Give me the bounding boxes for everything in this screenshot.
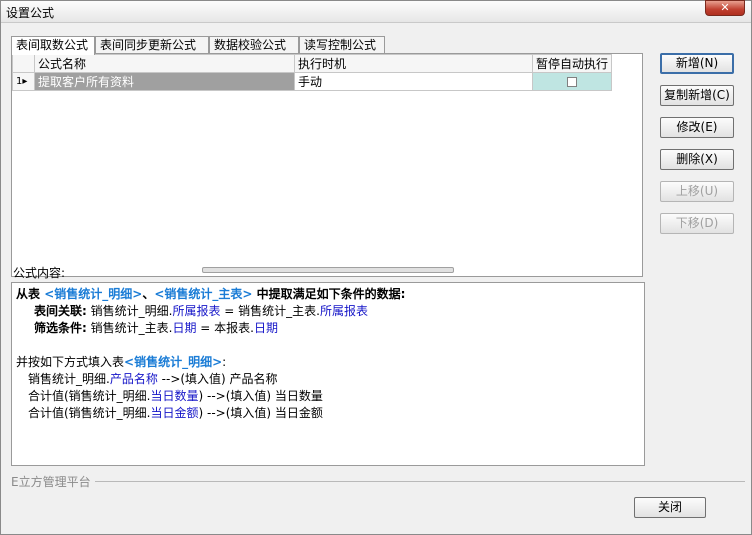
- grid-corner: [12, 54, 35, 73]
- content-line: 并按如下方式填入表<销售统计_明细>:: [16, 355, 227, 369]
- col-header-name[interactable]: 公式名称: [34, 54, 295, 73]
- window-title: 设置公式: [6, 6, 55, 20]
- add-button[interactable]: 新增(N): [660, 53, 734, 74]
- title-bar: 设置公式 ✕: [1, 0, 751, 23]
- pause-checkbox[interactable]: [567, 77, 577, 87]
- content-line: 合计值(销售统计_明细.当日数量) -->(填入值) 当日数量: [28, 389, 323, 403]
- cell-pause-auto[interactable]: [531, 72, 613, 91]
- tab-read-write-control[interactable]: 读写控制公式: [299, 36, 385, 54]
- content-label: 公式内容:: [13, 266, 66, 280]
- grid-header-row: 公式名称 执行时机 暂停自动执行: [12, 54, 613, 73]
- delete-button[interactable]: 删除(X): [660, 149, 734, 170]
- tab-data-validation[interactable]: 数据校验公式: [209, 36, 299, 54]
- content-line: 筛选条件: 销售统计_主表.日期 = 本报表.日期: [34, 321, 278, 335]
- col-header-pause[interactable]: 暂停自动执行: [531, 54, 613, 73]
- content-line-blank: [16, 337, 640, 354]
- col-header-exec[interactable]: 执行时机: [294, 54, 533, 73]
- formula-grid: 公式名称 执行时机 暂停自动执行 1▸ 提取客户所有资料 手动: [12, 54, 613, 91]
- footer-divider: [95, 481, 745, 482]
- edit-button[interactable]: 修改(E): [660, 117, 734, 138]
- content-line: 合计值(销售统计_明细.当日金额) -->(填入值) 当日金额: [28, 406, 323, 420]
- tab-table-sync[interactable]: 表间同步更新公式: [95, 36, 209, 54]
- tab-table-fetch[interactable]: 表间取数公式: [11, 36, 95, 55]
- cell-formula-name[interactable]: 提取客户所有资料: [34, 72, 295, 91]
- horizontal-scrollbar[interactable]: [202, 267, 454, 273]
- dialog-body: 表间取数公式 表间同步更新公式 数据校验公式 读写控制公式 公式名称 执行时机 …: [1, 24, 751, 534]
- close-window-button[interactable]: ✕: [705, 0, 745, 16]
- row-indicator: 1▸: [12, 72, 35, 91]
- content-line: 从表 <销售统计_明细>、<销售统计_主表> 中提取满足如下条件的数据:: [16, 287, 406, 301]
- move-down-button[interactable]: 下移(D): [660, 213, 734, 234]
- formula-list-panel: 公式名称 执行时机 暂停自动执行 1▸ 提取客户所有资料 手动: [11, 53, 643, 277]
- content-line: 销售统计_明细.产品名称 -->(填入值) 产品名称: [28, 372, 278, 386]
- close-button[interactable]: 关闭: [634, 497, 706, 518]
- cell-exec-timing[interactable]: 手动: [294, 72, 533, 91]
- formula-content-box: 从表 <销售统计_明细>、<销售统计_主表> 中提取满足如下条件的数据: 表间关…: [11, 282, 645, 466]
- copy-add-button[interactable]: 复制新增(C): [660, 85, 734, 106]
- platform-label: E立方管理平台: [11, 475, 91, 489]
- content-line: 表间关联: 销售统计_明细.所属报表 = 销售统计_主表.所属报表: [34, 304, 368, 318]
- table-row[interactable]: 1▸ 提取客户所有资料 手动: [12, 72, 613, 91]
- move-up-button[interactable]: 上移(U): [660, 181, 734, 202]
- dialog-window: 设置公式 ✕ 表间取数公式 表间同步更新公式 数据校验公式 读写控制公式 公式名…: [0, 0, 752, 535]
